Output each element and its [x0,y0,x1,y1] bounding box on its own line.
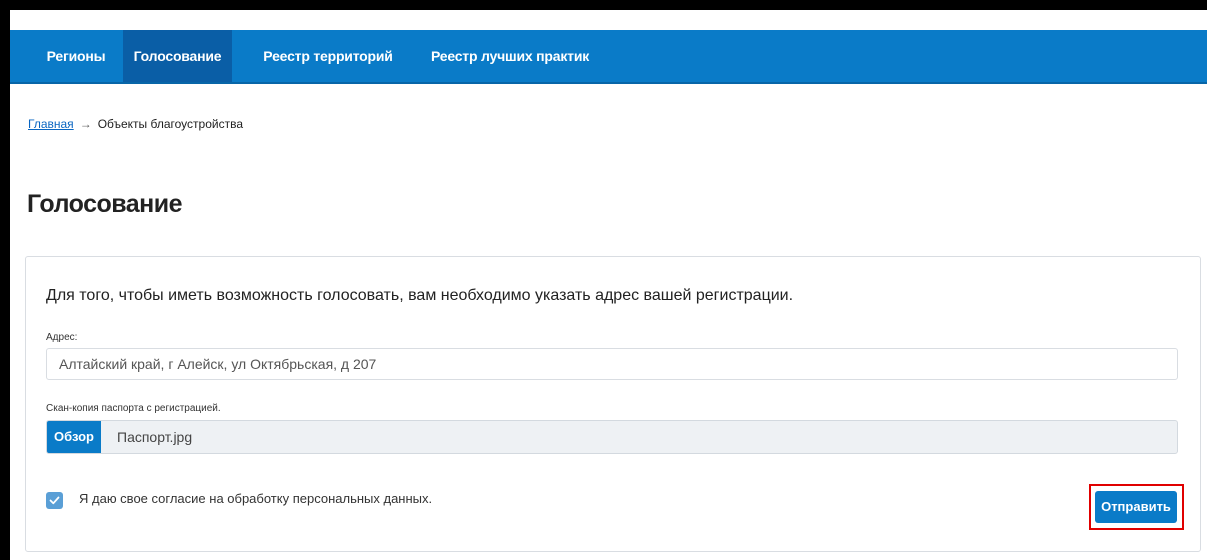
breadcrumb-separator: → [79,117,92,131]
checkmark-icon [49,496,60,505]
form-intro-text: Для того, чтобы иметь возможность голосо… [46,287,794,304]
nav-item-best-practices-registry[interactable]: Реестр лучших практик [420,30,600,82]
page-title: Голосование [27,190,183,218]
breadcrumb: Главная → Объекты благоустройства [28,117,243,131]
nav-item-territory-registry[interactable]: Реестр территорий [252,30,404,82]
screenshot-frame-top [0,0,1207,10]
nav-item-voting[interactable]: Голосование [123,30,232,82]
passport-file-input[interactable]: Обзор Паспорт.jpg [46,420,1178,454]
breadcrumb-current: Объекты благоустройства [97,117,243,131]
file-name: Паспорт.jpg [117,429,193,445]
consent-label: Я даю свое согласие на обработку персона… [79,491,433,506]
main-navbar: Регионы Голосование Реестр территорий Ре… [10,30,1207,84]
screenshot-frame-left [0,0,10,560]
browse-button[interactable]: Обзор [47,421,101,453]
passport-scan-label: Скан-копия паспорта с регистрацией. [46,403,221,414]
top-strip [10,10,1207,30]
submit-button[interactable]: Отправить [1095,491,1177,523]
address-label: Адрес: [46,332,78,343]
consent-checkbox[interactable] [46,492,63,509]
breadcrumb-home-link[interactable]: Главная [28,117,74,131]
nav-item-regions[interactable]: Регионы [31,30,121,82]
address-input[interactable]: Алтайский край, г Алейск, ул Октябрьская… [46,348,1178,380]
